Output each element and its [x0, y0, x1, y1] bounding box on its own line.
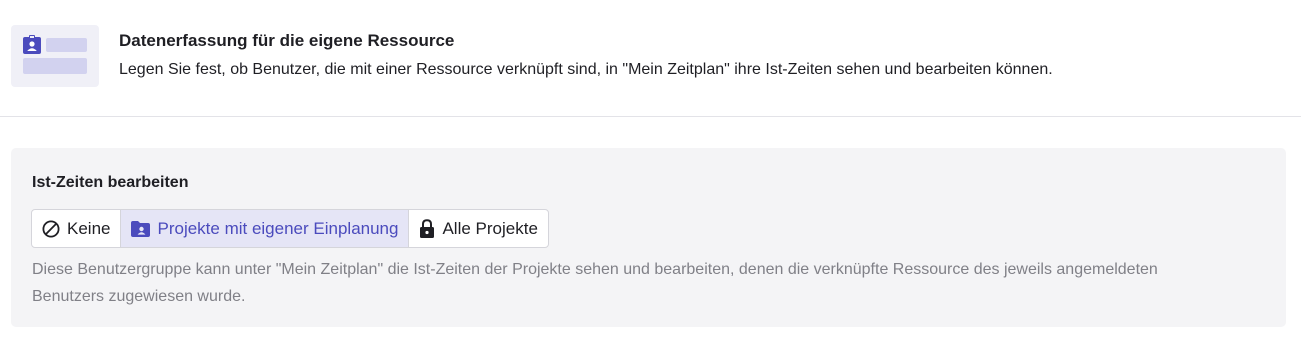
setting-help-text: Diese Benutzergruppe kann unter "Mein Ze…	[32, 261, 1158, 305]
section-title: Datenerfassung für die eigene Ressource	[119, 31, 455, 50]
segmented-control: Keine Projekte mit eigener Einplanung Al…	[31, 209, 549, 248]
option-label: Keine	[67, 218, 111, 238]
setting-label: Ist-Zeiten bearbeiten	[32, 174, 189, 191]
option-projekte-mit-eigener-einplanung-button[interactable]: Projekte mit eigener Einplanung	[121, 210, 410, 247]
section-description: Legen Sie fest, ob Benutzer, die mit ein…	[119, 61, 1053, 78]
option-alle-projekte-button[interactable]: Alle Projekte	[409, 210, 547, 247]
option-label: Alle Projekte	[442, 218, 538, 238]
prohibited-icon	[42, 220, 60, 237]
setting-panel: Ist-Zeiten bearbeiten Keine Projekte mit…	[11, 148, 1286, 327]
badge-icon	[23, 35, 41, 54]
option-label: Projekte mit eigener Einplanung	[157, 218, 399, 238]
option-keine-button[interactable]: Keine	[32, 210, 122, 247]
illustration-bar	[23, 58, 87, 74]
illustration-bar	[46, 38, 87, 52]
section-header: Datenerfassung für die eigene Ressource …	[0, 0, 1301, 117]
folder-user-icon	[131, 220, 151, 237]
lock-icon	[420, 219, 435, 238]
section-illustration	[11, 25, 99, 87]
